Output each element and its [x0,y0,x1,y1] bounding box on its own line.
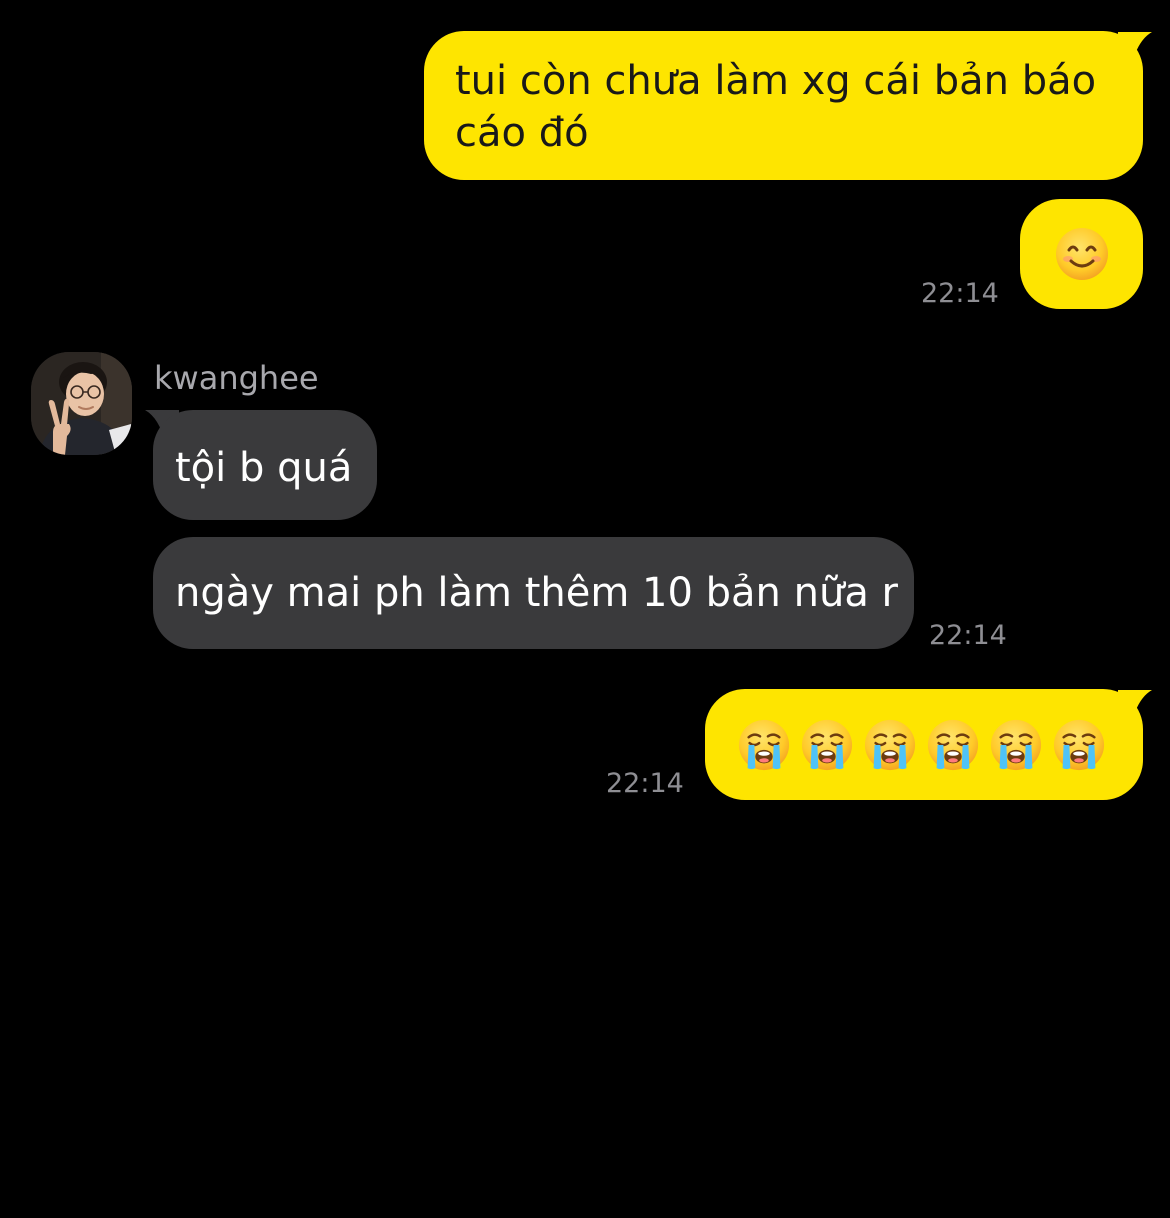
incoming-message[interactable]: ngày mai ph làm thêm 10 bản nữa r [153,537,914,649]
smiling-face-with-smiling-eyes-icon [1055,228,1108,280]
loudly-crying-face-icon [927,719,979,770]
loudly-crying-face-icon [990,719,1042,770]
sender-name: kwanghee [154,359,319,397]
outgoing-message[interactable]: tui còn chưa làm xg cái bản báo cáo đó [424,31,1143,180]
outgoing-message[interactable] [705,689,1143,800]
message-timestamp: 22:14 [929,620,1007,651]
avatar[interactable] [31,352,132,455]
loudly-crying-face-icon [1053,719,1105,770]
message-text: tui còn chưa làm xg cái bản báo cáo đó [455,58,1097,156]
incoming-message[interactable]: tội b quá [153,410,377,520]
profile-photo-icon [31,352,132,455]
message-timestamp: 22:14 [606,768,684,799]
outgoing-message[interactable] [1020,199,1143,309]
message-timestamp: 22:14 [921,278,999,309]
loudly-crying-face-icon [801,719,853,770]
emoji-row [737,718,1106,772]
loudly-crying-face-icon [738,719,790,770]
loudly-crying-face-icon [864,719,916,770]
message-text: tội b quá [175,445,353,491]
message-text: ngày mai ph làm thêm 10 bản nữa r [175,570,898,616]
